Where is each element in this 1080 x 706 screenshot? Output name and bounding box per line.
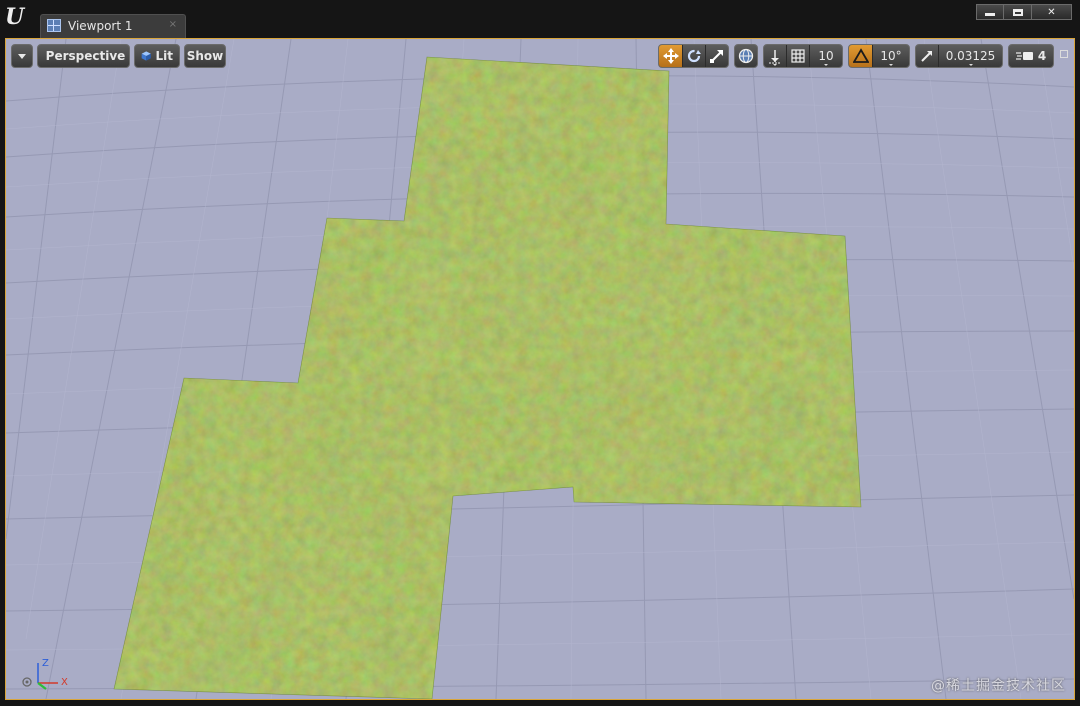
lit-cube-icon [141, 51, 151, 61]
surface-snap-icon [769, 50, 781, 64]
show-label: Show [186, 49, 224, 63]
scale-snap-group: 0.03125 [915, 44, 1003, 68]
left-toolbar: Perspective Lit Show [11, 44, 226, 68]
lit-button[interactable]: Lit [134, 44, 180, 68]
scale-snap-icon [921, 51, 932, 62]
x-axis-label: X [61, 677, 68, 688]
lit-label: Lit [155, 49, 174, 63]
tab-viewport-1[interactable]: Viewport 1 × [40, 14, 186, 38]
rotation-snap-value[interactable]: 10° [872, 45, 909, 67]
translate-arrows-icon [662, 48, 679, 64]
unreal-logo-icon: U [5, 4, 25, 30]
translate-mode-button[interactable] [659, 45, 682, 67]
grid-snap-toggle[interactable] [786, 45, 809, 67]
caret-icon [824, 64, 828, 66]
show-button[interactable]: Show [184, 44, 226, 68]
chevron-down-icon [18, 53, 26, 59]
scale-mode-button[interactable] [705, 45, 728, 67]
perspective-label: Perspective [45, 49, 126, 63]
scale-snap-toggle[interactable] [916, 45, 938, 67]
viewport-icon [47, 19, 61, 32]
angle-icon [852, 48, 869, 63]
tab-close-icon[interactable]: × [169, 19, 177, 30]
globe-icon [738, 48, 754, 64]
z-axis-label: Z [42, 658, 49, 669]
caret-icon [968, 64, 973, 66]
window-controls: ✕ [976, 4, 1072, 20]
coordinate-system-button[interactable] [734, 44, 758, 68]
caret-icon [889, 64, 893, 66]
maximize-button[interactable] [1004, 4, 1032, 20]
grid-snap-value-label: 10 [818, 49, 834, 63]
tab-label: Viewport 1 [68, 19, 133, 33]
caret-icon [773, 64, 777, 66]
axis-gizmo: Z X [22, 658, 68, 690]
perspective-button[interactable]: Perspective [37, 44, 130, 68]
rotate-mode-button[interactable] [682, 45, 705, 67]
title-bar: U Viewport 1 × ✕ [0, 0, 1080, 38]
minimize-button[interactable] [976, 4, 1004, 20]
grid-snap-value[interactable]: 10 [809, 45, 842, 67]
grid-icon [791, 49, 805, 63]
minimize-icon [985, 12, 995, 16]
watermark: @稀土掘金技术社区 [931, 678, 1066, 694]
rotation-snap-group: 10° [848, 44, 910, 68]
scale-snap-value-label: 0.03125 [945, 49, 996, 63]
camera-speed-button[interactable]: 4 [1008, 44, 1054, 68]
close-button[interactable]: ✕ [1032, 4, 1072, 20]
transform-toolbar: 10 10° 0.03125 4 [658, 44, 1054, 68]
scale-snap-value[interactable]: 0.03125 [938, 45, 1002, 67]
maximize-icon [1012, 8, 1023, 16]
transform-mode-group [658, 44, 729, 68]
camera-speed-value-label: 4 [1037, 49, 1047, 63]
rotate-icon [687, 49, 701, 63]
rotation-snap-toggle[interactable] [849, 45, 872, 67]
scene-floor[interactable] [6, 39, 1074, 699]
surface-snap-button[interactable] [764, 45, 786, 67]
rotation-snap-value-label: 10° [880, 49, 902, 63]
scale-arrow-icon [710, 50, 723, 63]
viewport-options-button[interactable] [11, 44, 33, 68]
grid-snap-group: 10 [763, 44, 843, 68]
camera-speed-icon [1015, 52, 1033, 60]
viewport[interactable]: Perspective Lit Show 10 10° 0.03125 4 Z … [5, 38, 1075, 700]
maximize-viewport-icon[interactable] [1060, 50, 1068, 58]
close-icon: ✕ [1047, 6, 1056, 18]
